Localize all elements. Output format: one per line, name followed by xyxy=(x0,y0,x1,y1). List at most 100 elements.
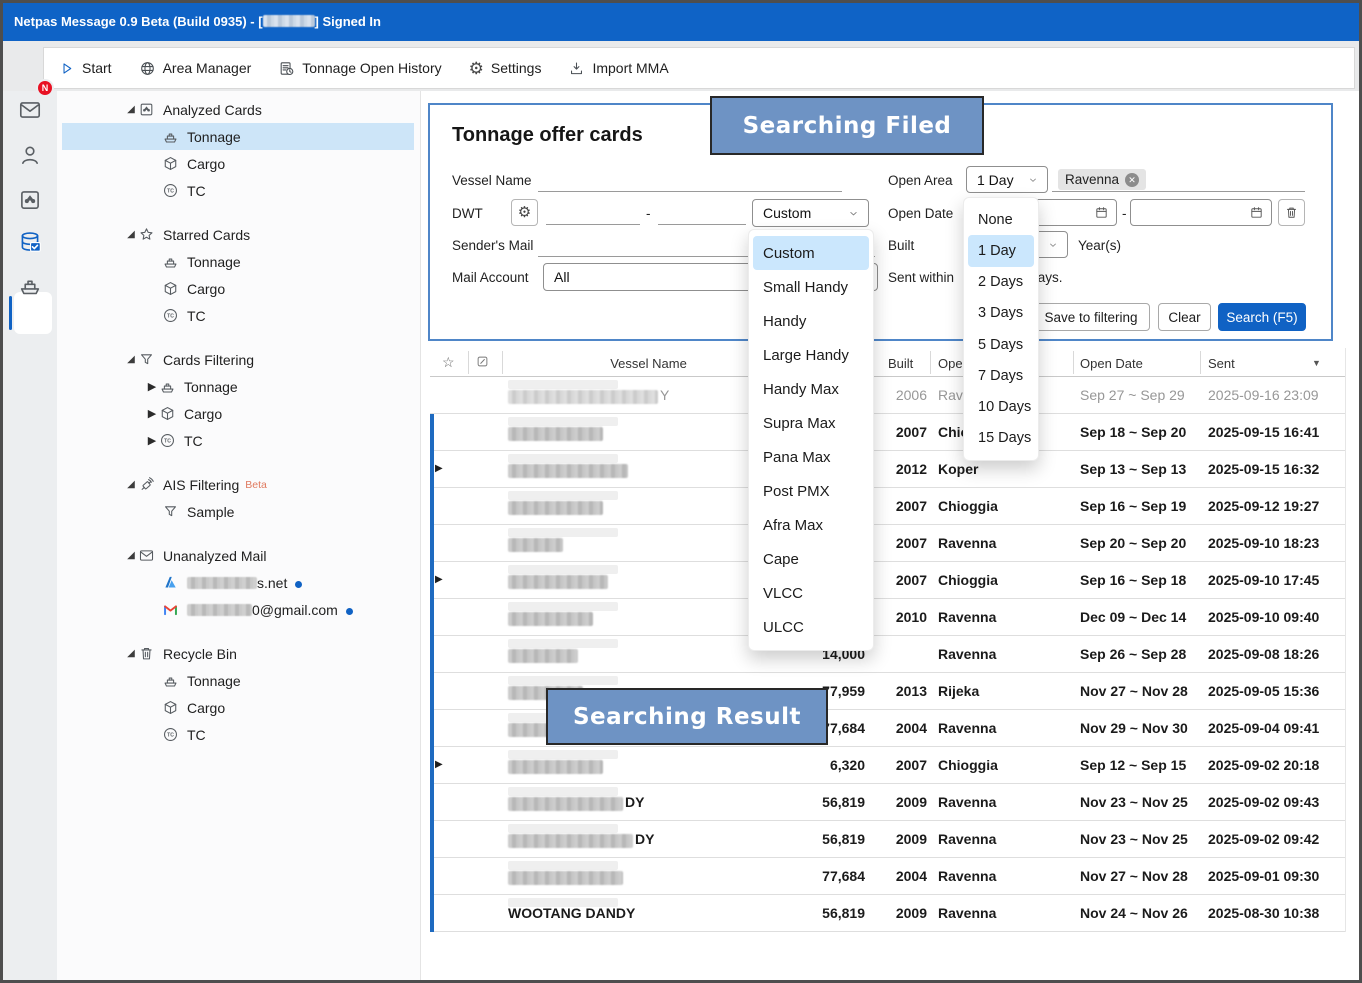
table-right-edge xyxy=(1345,348,1346,932)
dropdown-option[interactable]: Post PMX xyxy=(749,474,873,508)
rail-item-contacts[interactable] xyxy=(3,135,57,175)
tree-group-ais-filtering[interactable]: ◢AIS FilteringBeta xyxy=(57,471,420,498)
table-row[interactable]: 77,6842004RavennaNov 27 ~ Nov 282025-09-… xyxy=(430,858,1345,895)
expand-row-icon[interactable]: ▶ xyxy=(435,759,443,770)
analyzed-column-header[interactable] xyxy=(475,354,490,369)
expanded-arrow-icon[interactable]: ◢ xyxy=(124,648,138,659)
expand-row-icon[interactable]: ▶ xyxy=(435,574,443,585)
rail-item-analyzed-cards[interactable] xyxy=(3,180,57,220)
vessel-name-input[interactable] xyxy=(538,166,842,192)
table-row[interactable]: 2007RavennaSep 20 ~ Sep 202025-09-10 18:… xyxy=(430,525,1345,562)
tree-item-tc[interactable]: ▶TCTC xyxy=(57,427,420,454)
dropdown-option[interactable]: ULCC xyxy=(749,610,873,644)
dropdown-option[interactable]: Handy Max xyxy=(749,372,873,406)
collapsed-arrow-icon[interactable]: ▶ xyxy=(145,380,159,393)
tree-item-tc[interactable]: TCTC xyxy=(57,177,420,204)
size-preset-combobox[interactable]: Custom xyxy=(752,199,869,227)
open-date-to-input[interactable] xyxy=(1130,199,1272,226)
tree-item-sample[interactable]: Sample xyxy=(57,498,420,525)
built-column-header[interactable]: Built xyxy=(888,356,913,371)
collapsed-arrow-icon[interactable]: ▶ xyxy=(145,407,159,420)
tree-item-mail-account[interactable]: s.net xyxy=(57,569,420,596)
dropdown-option[interactable]: Small Handy xyxy=(749,270,873,304)
table-header: ☆Vessel NameDWTBuiltOpen AreaOpen DateSe… xyxy=(430,348,1345,377)
table-row[interactable]: ▶2007ChioggiaSep 16 ~ Sep 182025-09-10 1… xyxy=(430,562,1345,599)
expanded-arrow-icon[interactable]: ◢ xyxy=(124,550,138,561)
tree-item-cargo[interactable]: Cargo xyxy=(57,694,420,721)
sent-column-header[interactable]: Sent xyxy=(1208,356,1235,371)
open-area-tag[interactable]: Ravenna ✕ xyxy=(1058,169,1146,190)
tree-group-starred-cards[interactable]: ◢Starred Cards xyxy=(57,221,420,248)
star-column-header[interactable]: ☆ xyxy=(442,354,455,371)
tree-item-tc[interactable]: TCTC xyxy=(57,721,420,748)
expanded-arrow-icon[interactable]: ◢ xyxy=(124,354,138,365)
toolbar-item-settings[interactable]: ⚙Settings xyxy=(469,60,542,77)
dropdown-option[interactable]: 15 Days xyxy=(964,423,1038,454)
open-date-cell: Nov 23 ~ Nov 25 xyxy=(1080,831,1188,847)
toolbar-item-tonnage-open-history[interactable]: Tonnage Open History xyxy=(278,60,441,77)
tree-item-cargo[interactable]: Cargo xyxy=(57,150,420,177)
expand-row-icon[interactable]: ▶ xyxy=(435,463,443,474)
dwt-min-input[interactable] xyxy=(546,199,640,225)
clear-dates-button[interactable] xyxy=(1278,199,1305,226)
clear-button[interactable]: Clear xyxy=(1158,303,1211,331)
dropdown-option[interactable]: None xyxy=(964,204,1038,235)
collapsed-arrow-icon[interactable]: ▶ xyxy=(145,434,159,447)
tree-group-analyzed-cards[interactable]: ◢Analyzed Cards xyxy=(57,96,420,123)
dropdown-option[interactable]: Handy xyxy=(749,304,873,338)
table-row[interactable]: 2007ChioggiaSep 18 ~ Sep 202025-09-15 16… xyxy=(430,414,1345,451)
tree-item-label: Tonnage xyxy=(187,254,241,270)
open-date-cell: Sep 18 ~ Sep 20 xyxy=(1080,424,1186,440)
dropdown-option[interactable]: Large Handy xyxy=(749,338,873,372)
dwt-max-input[interactable] xyxy=(658,199,746,225)
tree-item-cargo[interactable]: ▶Cargo xyxy=(57,400,420,427)
rail-item-card-database[interactable] xyxy=(3,222,57,262)
table-row[interactable]: 2007ChioggiaSep 16 ~ Sep 192025-09-12 19… xyxy=(430,488,1345,525)
table-row[interactable]: 2010RavennaDec 09 ~ Dec 142025-09-10 09:… xyxy=(430,599,1345,636)
table-row[interactable]: WOOTANG DANDY56,8192009RavennaNov 24 ~ N… xyxy=(430,895,1345,932)
search-button[interactable]: Search (F5) xyxy=(1218,303,1306,331)
dropdown-option[interactable]: Supra Max xyxy=(749,406,873,440)
dropdown-option[interactable]: 2 Days xyxy=(964,267,1038,298)
expanded-arrow-icon[interactable]: ◢ xyxy=(124,229,138,240)
toolbar-item-area-manager[interactable]: Area Manager xyxy=(139,60,252,77)
tree-group-unanalyzed-mail[interactable]: ◢Unanalyzed Mail xyxy=(57,542,420,569)
tree-item-tonnage[interactable]: Tonnage xyxy=(57,123,420,150)
toolbar-item-start[interactable]: Start xyxy=(58,60,112,77)
dropdown-option[interactable]: Pana Max xyxy=(749,440,873,474)
rail-item-ship[interactable] xyxy=(3,265,57,305)
dropdown-option[interactable]: 10 Days xyxy=(964,392,1038,423)
tree-item-tonnage[interactable]: Tonnage xyxy=(57,667,420,694)
dropdown-option[interactable]: VLCC xyxy=(749,576,873,610)
expanded-arrow-icon[interactable]: ◢ xyxy=(124,479,138,490)
table-row[interactable]: ▶6,3202007ChioggiaSep 12 ~ Sep 152025-09… xyxy=(430,747,1345,784)
tree-item-tc[interactable]: TCTC xyxy=(57,302,420,329)
dropdown-option[interactable]: 7 Days xyxy=(964,360,1038,391)
open-area-days-combobox[interactable]: 1 Day xyxy=(966,166,1048,193)
tree-item-mail-account[interactable]: 0@gmail.com xyxy=(57,596,420,623)
dropdown-option[interactable]: Afra Max xyxy=(749,508,873,542)
tree-item-tonnage[interactable]: ▶Tonnage xyxy=(57,373,420,400)
table-row[interactable]: 14,000RavennaSep 26 ~ Sep 282025-09-08 1… xyxy=(430,636,1345,673)
open-date-column-header[interactable]: Open Date xyxy=(1080,356,1143,371)
remove-tag-icon[interactable]: ✕ xyxy=(1125,173,1139,187)
table-row[interactable]: Y2006RavennaSep 27 ~ Sep 292025-09-16 23… xyxy=(430,377,1345,414)
dropdown-option[interactable]: 1 Day xyxy=(968,235,1034,266)
gear-icon: ⚙ xyxy=(469,60,484,77)
table-row[interactable]: ▶2012KoperSep 13 ~ Sep 132025-09-15 16:3… xyxy=(430,451,1345,488)
save-to-filtering-button[interactable]: Save to filtering xyxy=(1032,303,1150,331)
tree-item-cargo[interactable]: Cargo xyxy=(57,275,420,302)
dropdown-option[interactable]: 3 Days xyxy=(964,298,1038,329)
dropdown-option[interactable]: 5 Days xyxy=(964,329,1038,360)
expanded-arrow-icon[interactable]: ◢ xyxy=(124,104,138,115)
dropdown-option[interactable]: Custom xyxy=(753,236,869,270)
toolbar-item-import-mma[interactable]: Import MMA xyxy=(568,60,668,77)
tree-group-recycle-bin[interactable]: ◢Recycle Bin xyxy=(57,640,420,667)
dropdown-option[interactable]: Cape xyxy=(749,542,873,576)
table-row[interactable]: DY56,8192009RavennaNov 23 ~ Nov 252025-0… xyxy=(430,784,1345,821)
tree-item-tonnage[interactable]: Tonnage xyxy=(57,248,420,275)
tree-group-cards-filtering[interactable]: ◢Cards Filtering xyxy=(57,346,420,373)
open-date-label: Open Date xyxy=(888,206,953,221)
dwt-settings-button[interactable]: ⚙ xyxy=(511,199,538,226)
table-row[interactable]: DY56,8192009RavennaNov 23 ~ Nov 252025-0… xyxy=(430,821,1345,858)
